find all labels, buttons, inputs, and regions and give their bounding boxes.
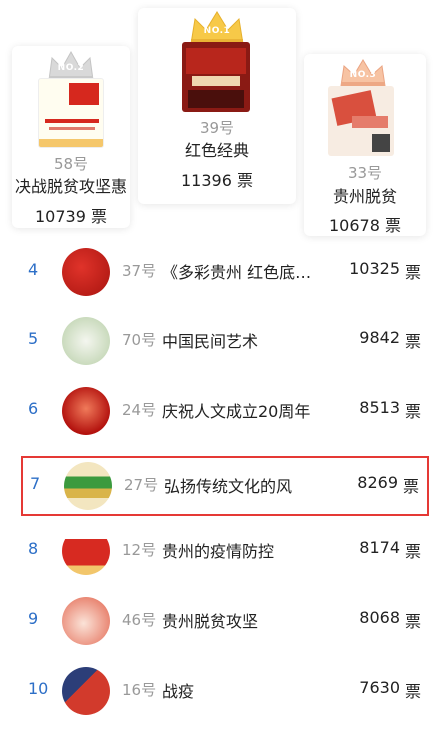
podium-first-votes: 11396 票	[181, 171, 253, 190]
podium-second-number: 58号	[53, 155, 89, 173]
rank-number: 5	[28, 329, 39, 348]
entry-name[interactable]: 中国民间艺术	[162, 328, 258, 352]
ranking-row-highlighted[interactable]: 7 27号 弘扬传统文化的风 8269 票	[21, 456, 429, 516]
entry-avatar[interactable]	[62, 387, 110, 435]
votes-unit: 票	[402, 477, 419, 496]
votes-unit: 票	[404, 263, 421, 282]
podium-second-thumbnail[interactable]	[38, 78, 104, 148]
podium-second-title[interactable]: 决战脱贫攻坚惠	[4, 173, 138, 197]
ranking-row[interactable]: 9 46号 贵州脱贫攻坚 8068 票	[20, 591, 430, 651]
rank-number: 6	[28, 399, 39, 418]
entry-votes: 10325	[349, 259, 400, 278]
rank-number: 8	[28, 539, 39, 558]
rank-number: 10	[28, 679, 49, 698]
entry-avatar[interactable]	[62, 248, 110, 296]
podium-first-number: 39号	[199, 119, 235, 137]
ranking-row[interactable]: 10 16号 战疫 7630 票	[20, 661, 430, 721]
ranking-row[interactable]: 8 12号 贵州的疫情防控 8174 票	[20, 521, 430, 581]
votes-unit: 票	[404, 402, 421, 421]
entry-number: 70号	[122, 331, 157, 349]
entry-number: 16号	[122, 681, 157, 699]
entry-number: 46号	[122, 611, 157, 629]
entry-name[interactable]: 庆祝人文成立20周年	[162, 398, 310, 422]
podium-first-title[interactable]: 红色经典	[138, 137, 296, 161]
entry-avatar[interactable]	[64, 462, 112, 510]
votes-unit: 票	[404, 612, 421, 631]
entry-number: 24号	[122, 401, 157, 419]
podium-first-thumbnail[interactable]	[182, 42, 250, 112]
podium-third-votes: 10678 票	[329, 216, 401, 235]
podium-third-title[interactable]: 贵州脱贫	[304, 183, 426, 207]
entry-name[interactable]: 弘扬传统文化的风	[164, 473, 292, 497]
rank-number: 7	[30, 474, 41, 493]
entry-name[interactable]: 贵州的疫情防控	[162, 538, 274, 562]
podium-third-thumbnail[interactable]	[328, 86, 394, 156]
votes-unit: 票	[404, 332, 421, 351]
entry-votes: 8174	[359, 538, 400, 557]
entry-votes: 8269	[357, 473, 398, 492]
entry-avatar[interactable]	[62, 527, 110, 575]
podium-second-badge: NO.2	[57, 63, 85, 73]
entry-number: 12号	[122, 541, 157, 559]
entry-avatar[interactable]	[62, 597, 110, 645]
entry-name[interactable]: 战疫	[162, 678, 194, 702]
ranking-row[interactable]: 6 24号 庆祝人文成立20周年 8513 票	[20, 381, 430, 441]
entry-name[interactable]: 《多彩贵州 红色底…	[162, 259, 311, 283]
entry-votes: 7630	[359, 678, 400, 697]
podium-third-number: 33号	[347, 164, 383, 182]
ranking-row[interactable]: 4 37号 《多彩贵州 红色底… 10325 票	[20, 242, 430, 302]
entry-votes: 9842	[359, 328, 400, 347]
rank-number: 4	[28, 260, 39, 279]
podium-third-badge: NO.3	[349, 70, 377, 80]
entry-name[interactable]: 贵州脱贫攻坚	[162, 608, 258, 632]
votes-unit: 票	[404, 542, 421, 561]
votes-unit: 票	[404, 682, 421, 701]
rank-number: 9	[28, 609, 39, 628]
entry-avatar[interactable]	[62, 667, 110, 715]
podium-second-votes: 10739 票	[35, 207, 107, 226]
entry-votes: 8068	[359, 608, 400, 627]
entry-number: 37号	[122, 262, 157, 280]
entry-votes: 8513	[359, 398, 400, 417]
podium-first-badge: NO.1	[203, 26, 231, 36]
ranking-row[interactable]: 5 70号 中国民间艺术 9842 票	[20, 311, 430, 371]
entry-number: 27号	[124, 476, 159, 494]
entry-avatar[interactable]	[62, 317, 110, 365]
